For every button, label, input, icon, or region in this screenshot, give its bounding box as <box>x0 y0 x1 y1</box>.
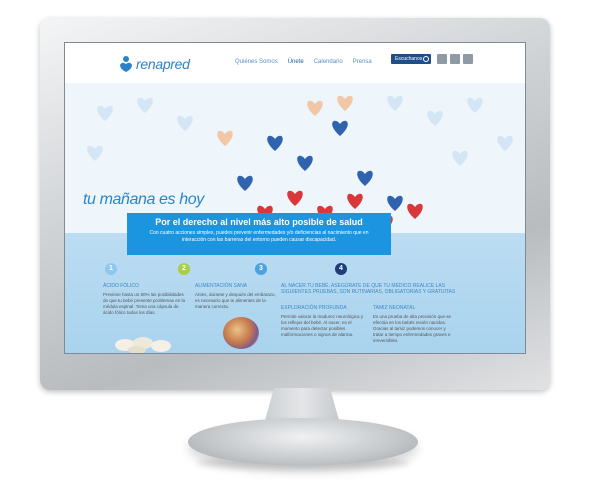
sub-text-exploracion: Permite valorar la madurez neurológica y… <box>281 314 364 337</box>
sub-title-exploracion: EXPLORACIÓN PROFUNDA <box>281 305 347 311</box>
step-markers: 1 2 3 4 <box>65 255 525 279</box>
sub-title-tamiz: TAMIZ NEONATAL <box>373 305 416 311</box>
step-2-badge[interactable]: 2 <box>178 263 190 275</box>
sub-text-tamiz: Es una prueba de alta precisión que se e… <box>373 314 452 343</box>
step-4-badge[interactable]: 4 <box>335 263 347 275</box>
column-pruebas: AL NACER TU BEBÉ, ASEGÚRATE DE QUE TU MÉ… <box>281 283 461 343</box>
screen: renapred Quiénes Somos Únete Calendario … <box>64 42 526 354</box>
hero: tu mañana es hoy <box>65 83 525 233</box>
nav-item-quienes-somos[interactable]: Quiénes Somos <box>235 59 278 65</box>
pills-image <box>115 337 171 353</box>
column-acido-folico: ÁCIDO FÓLICO Previene hasta un 80% las p… <box>103 283 189 353</box>
steps-content: ÁCIDO FÓLICO Previene hasta un 80% las p… <box>103 283 487 353</box>
site-logo[interactable]: renapred <box>119 55 190 73</box>
step-1-badge[interactable]: 1 <box>105 263 117 275</box>
monitor-stand-base <box>188 418 418 466</box>
listen-button-label: Escuchanos <box>395 56 423 62</box>
hero-heart-pattern <box>65 83 525 233</box>
banner-title: Por el derecho al nivel más alto posible… <box>155 217 363 227</box>
logo-mark-icon <box>119 55 133 73</box>
column-text: Previene hasta un 80% las posibilidades … <box>103 292 186 315</box>
youtube-icon[interactable] <box>463 54 473 64</box>
twitter-icon[interactable] <box>450 54 460 64</box>
nav-item-prensa[interactable]: Prensa <box>353 59 372 65</box>
listen-button[interactable]: Escuchanos <box>391 54 431 64</box>
column-title: ALIMENTACIÓN SANA <box>195 283 248 289</box>
nav-item-calendario[interactable]: Calendario <box>314 59 343 65</box>
step-3-badge[interactable]: 3 <box>255 263 267 275</box>
food-image <box>223 317 259 349</box>
logo-text: renapred <box>136 56 190 72</box>
play-icon <box>423 56 429 62</box>
hero-tagline: tu mañana es hoy <box>83 191 204 208</box>
column-title: ÁCIDO FÓLICO <box>103 283 139 289</box>
column-title: AL NACER TU BEBÉ, ASEGÚRATE DE QUE TU MÉ… <box>281 283 456 295</box>
nav-item-unete[interactable]: Únete <box>288 59 304 65</box>
banner-subtitle: Con cuatro acciones simples, puedes prev… <box>149 230 369 243</box>
social-links <box>437 54 473 64</box>
facebook-icon[interactable] <box>437 54 447 64</box>
monitor: renapred Quiénes Somos Únete Calendario … <box>40 18 550 390</box>
column-text: Antes, durante y después del embarazo, e… <box>195 292 276 309</box>
main-nav: Quiénes Somos Únete Calendario Prensa <box>235 59 372 65</box>
mission-banner: Por el derecho al nivel más alto posible… <box>127 213 391 255</box>
site-header: renapred Quiénes Somos Únete Calendario … <box>65 43 525 83</box>
column-alimentacion: ALIMENTACIÓN SANA Antes, durante y despu… <box>195 283 281 310</box>
